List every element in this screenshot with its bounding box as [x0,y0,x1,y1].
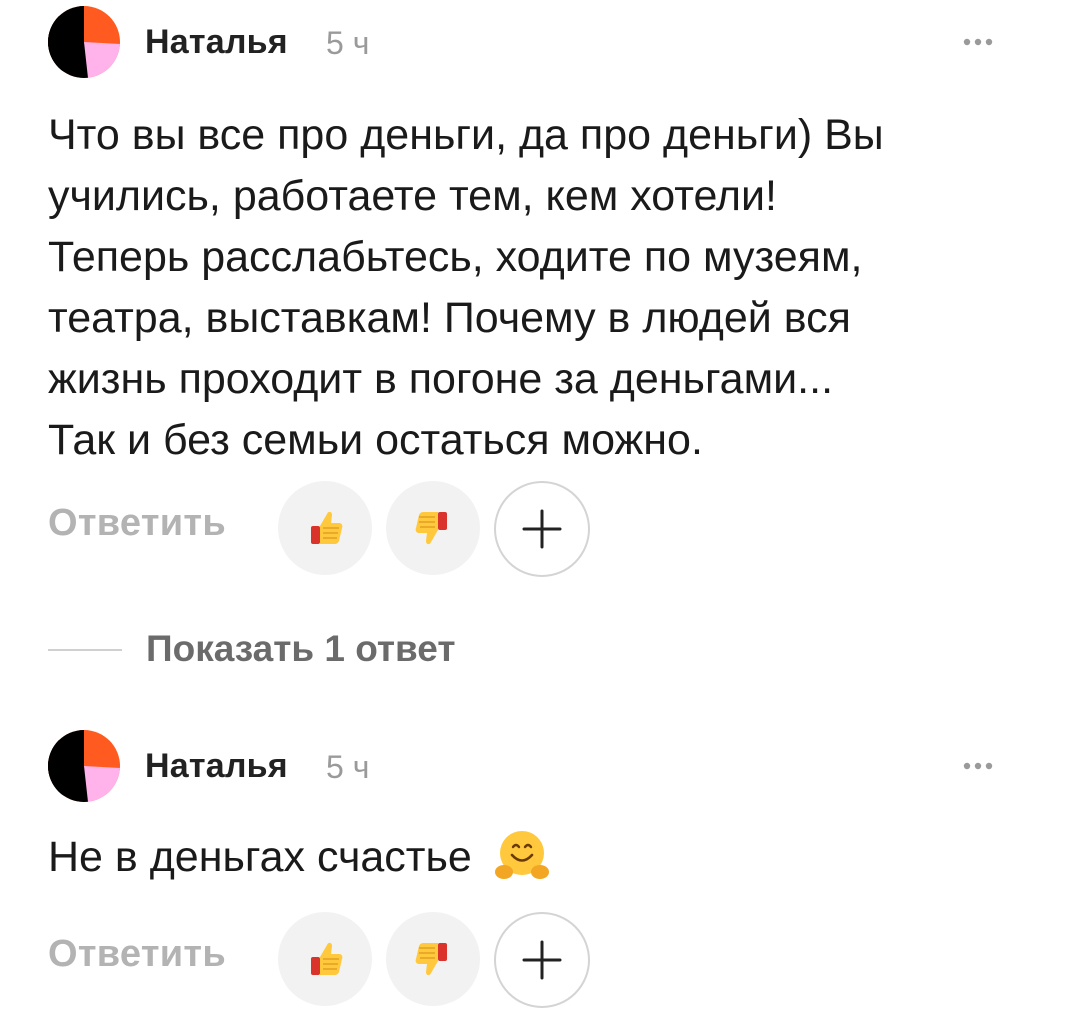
comment-header: Наталья 5 ч [48,6,1038,90]
reply-button[interactable]: Ответить [48,933,226,976]
comment-text-line: Так и без семьи остаться можно. [48,416,703,464]
more-dots-icon[interactable] [948,24,1008,60]
comment-text-content: Не в деньгах счастье [48,833,472,881]
plus-icon [522,509,562,549]
like-button[interactable] [278,481,372,575]
thumbs-up-icon [311,942,343,975]
comment-header: Наталья 5 ч [48,730,1038,814]
comment-time: 5 ч [326,749,370,785]
show-replies-label: Показать 1 ответ [146,628,456,669]
comment-text-line: Что вы все про деньги, да про деньги) Вы [48,111,884,159]
dislike-button[interactable] [386,481,480,575]
hugging-face-icon [494,830,549,879]
avatar-icon[interactable] [48,6,120,78]
add-reaction-button[interactable] [494,912,590,1008]
author-name[interactable]: Наталья [145,23,288,62]
thumbs-down-icon [415,943,447,976]
comment-text: Не в деньгах счастье [48,827,1038,888]
comment-text-line: учились, работаете тем, кем хотели! [48,172,777,220]
comment-text-line: Теперь расслабьтесь, ходите по музеям, [48,233,863,281]
author-name[interactable]: Наталья [145,747,288,786]
comment-text-line: театра, выставкам! Почему в людей вся [48,294,851,342]
comment-actions: Ответить [48,912,608,1008]
dislike-button[interactable] [386,912,480,1006]
comment-text-line: жизнь проходит в погоне за деньгами... [48,355,834,403]
thumbs-down-icon [415,512,447,545]
reply-button[interactable]: Ответить [48,502,226,545]
comment-text: Что вы все про деньги, да про деньги) Вы… [48,105,1038,471]
thumbs-up-icon [311,511,343,544]
divider [48,649,122,651]
more-dots-icon[interactable] [948,748,1008,784]
add-reaction-button[interactable] [494,481,590,577]
show-replies-button[interactable]: Показать 1 ответ [48,622,648,678]
comment-time: 5 ч [326,25,370,61]
avatar-icon[interactable] [48,730,120,802]
comment-actions: Ответить [48,481,608,577]
plus-icon [522,940,562,980]
like-button[interactable] [278,912,372,1006]
